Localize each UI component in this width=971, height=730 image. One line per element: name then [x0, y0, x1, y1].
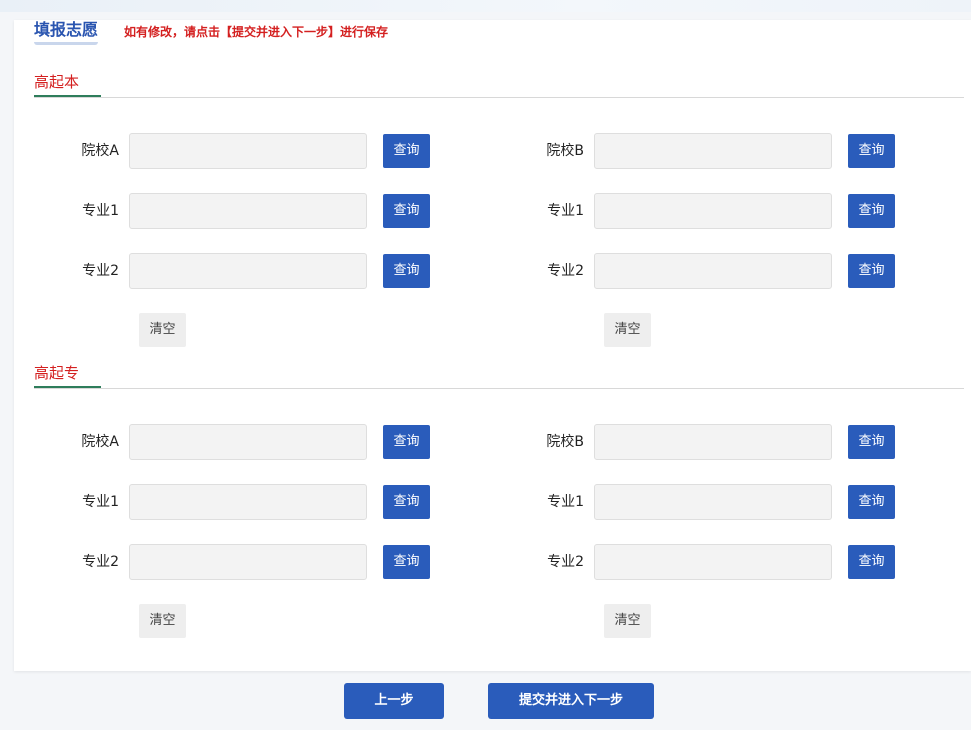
school-a-input[interactable] [129, 133, 367, 169]
page-title: 填报志愿 [34, 20, 99, 45]
major1-input[interactable] [594, 484, 832, 520]
major2-input[interactable] [594, 544, 832, 580]
query-button[interactable]: 查询 [383, 134, 430, 168]
section-header-gaoqiben: 高起本 [34, 72, 964, 98]
major1-label: 专业1 [82, 494, 119, 510]
clear-button[interactable]: 清空 [139, 604, 186, 638]
school-a-label: 院校A [81, 434, 119, 450]
school-b-input[interactable] [594, 133, 832, 169]
school-a-input[interactable] [129, 424, 367, 460]
major2-label: 专业2 [547, 263, 584, 279]
major1-label: 专业1 [547, 203, 584, 219]
save-notice: 如有修改，请点击【提交并进入下一步】进行保存 [124, 25, 389, 39]
query-button[interactable]: 查询 [848, 485, 895, 519]
query-button[interactable]: 查询 [848, 425, 895, 459]
prev-step-button[interactable]: 上一步 [344, 683, 444, 719]
major2-input[interactable] [129, 253, 367, 289]
major2-input[interactable] [129, 544, 367, 580]
query-button[interactable]: 查询 [383, 194, 430, 228]
major1-input[interactable] [129, 193, 367, 229]
major2-label: 专业2 [82, 554, 119, 570]
section-title: 高起本 [34, 72, 102, 97]
query-button[interactable]: 查询 [383, 425, 430, 459]
submit-next-button[interactable]: 提交并进入下一步 [488, 683, 654, 719]
major2-label: 专业2 [547, 554, 584, 570]
school-b-label: 院校B [546, 434, 584, 450]
major1-input[interactable] [129, 484, 367, 520]
query-button[interactable]: 查询 [848, 545, 895, 579]
clear-button[interactable]: 清空 [604, 313, 651, 347]
query-button[interactable]: 查询 [848, 134, 895, 168]
major1-input[interactable] [594, 193, 832, 229]
major2-input[interactable] [594, 253, 832, 289]
clear-button[interactable]: 清空 [604, 604, 651, 638]
query-button[interactable]: 查询 [383, 485, 430, 519]
query-button[interactable]: 查询 [848, 254, 895, 288]
major1-label: 专业1 [82, 203, 119, 219]
clear-button[interactable]: 清空 [139, 313, 186, 347]
query-button[interactable]: 查询 [848, 194, 895, 228]
top-banner-strip [0, 0, 971, 12]
major1-label: 专业1 [547, 494, 584, 510]
major2-label: 专业2 [82, 263, 119, 279]
query-button[interactable]: 查询 [383, 545, 430, 579]
school-a-label: 院校A [81, 143, 119, 159]
school-b-label: 院校B [546, 143, 584, 159]
section-title: 高起专 [34, 363, 102, 388]
section-header-gaoqizhuan: 高起专 [34, 363, 964, 389]
school-b-input[interactable] [594, 424, 832, 460]
form-card: 填报志愿 如有修改，请点击【提交并进入下一步】进行保存 高起本 院校A 查询 专… [14, 20, 971, 671]
query-button[interactable]: 查询 [383, 254, 430, 288]
